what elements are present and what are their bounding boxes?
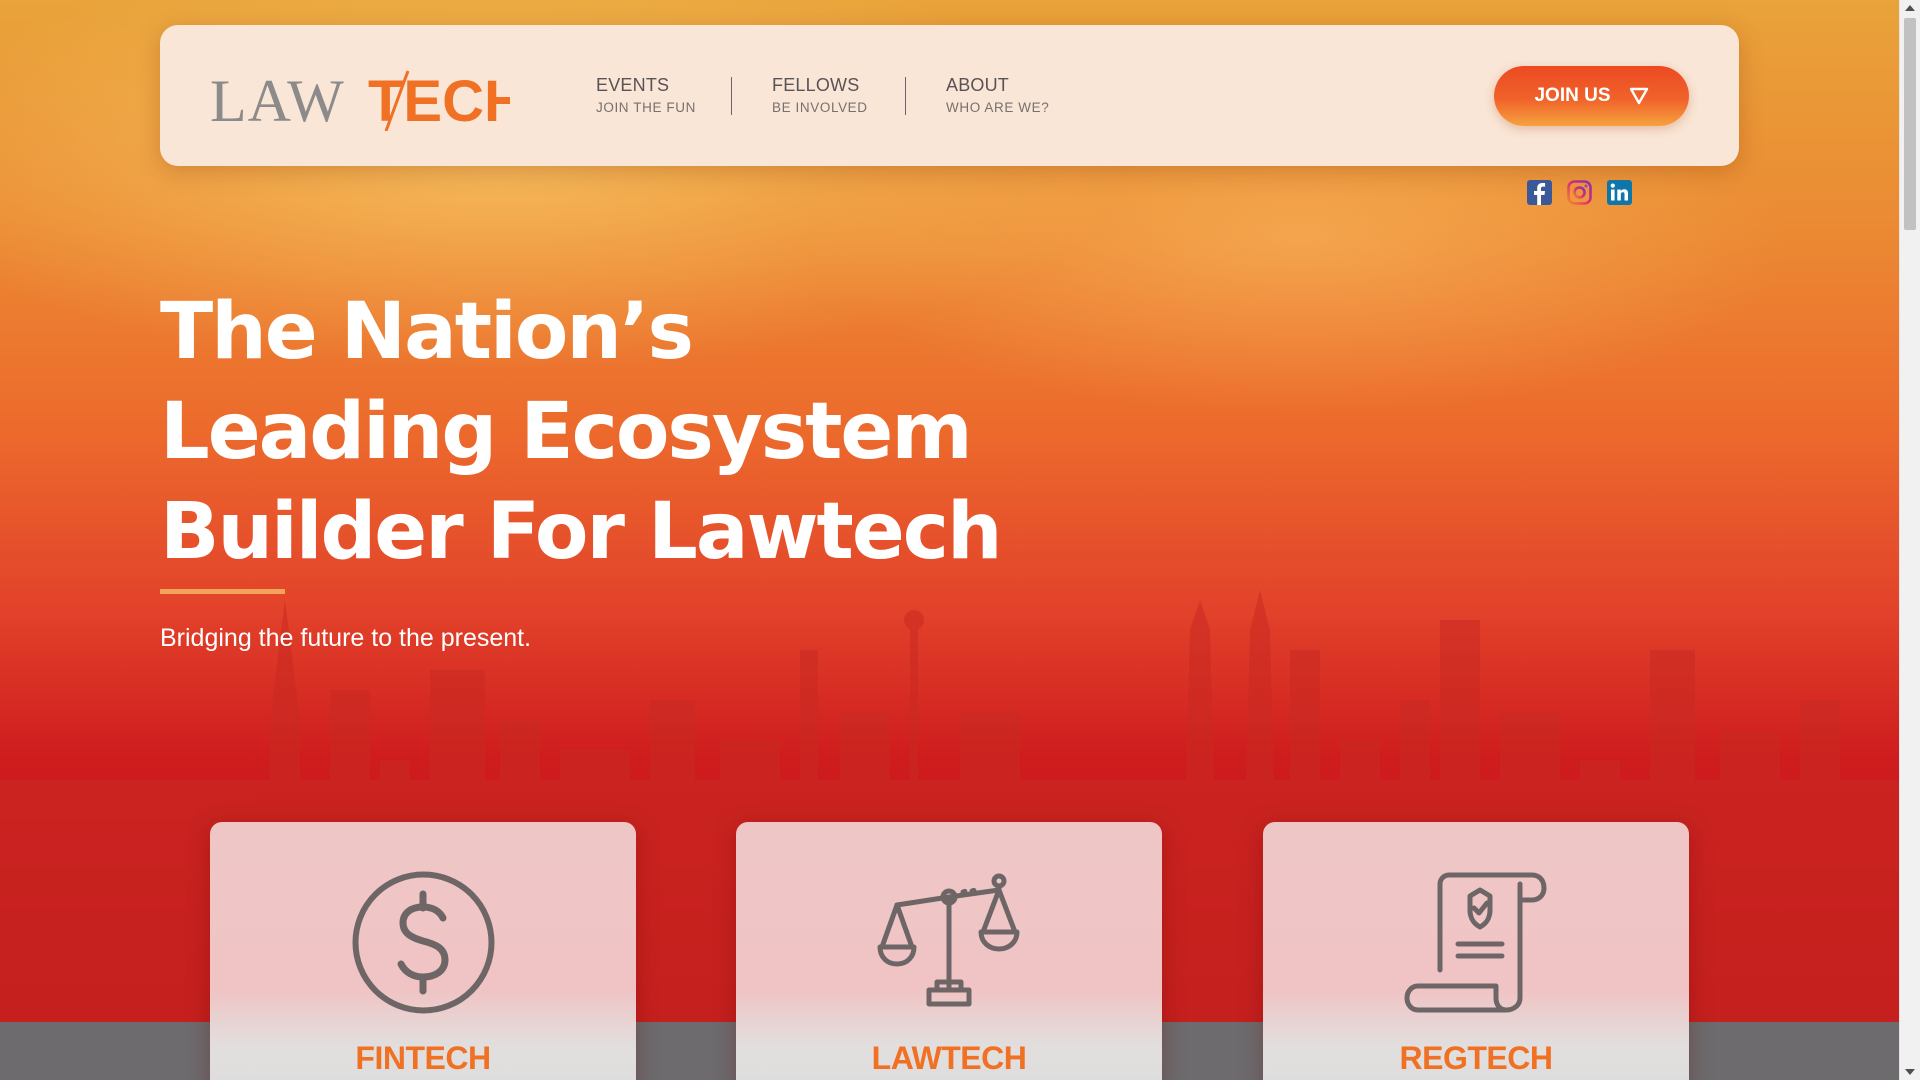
top-navbar: LAW TECH EVENTS JOIN THE FUN FELLOWS BE … [160,25,1739,166]
scrollbar-thumb[interactable] [1904,18,1916,230]
facebook-icon[interactable] [1527,180,1552,205]
nav-item-about[interactable]: ABOUT WHO ARE WE? [946,75,1049,115]
nav-divider [731,77,732,115]
dollar-coin-icon [352,871,495,1014]
nav-item-label: ABOUT [946,75,1010,95]
page-scrollbar[interactable] [1899,0,1920,1080]
scroll-down-arrow-icon[interactable] [1905,1069,1915,1075]
nav-item-sublabel: WHO ARE WE? [946,100,1050,115]
lawtech-logo[interactable]: LAW TECH [210,65,510,131]
nav-item-fellows[interactable]: FELLOWS BE INVOLVED [772,75,868,115]
scales-icon [877,873,1020,1007]
nav-item-events[interactable]: EVENTS JOIN THE FUN [596,75,696,115]
linkedin-icon[interactable] [1607,180,1632,205]
card-label: FINTECH [355,1040,491,1076]
svg-text:LAW: LAW [210,68,345,131]
instagram-icon[interactable] [1567,180,1592,205]
svg-text:TECH: TECH [368,69,510,131]
headline-accent-underline [160,589,285,594]
page: LAW TECH EVENTS JOIN THE FUN FELLOWS BE … [0,0,1920,1080]
scroll-up-arrow-icon[interactable] [1905,5,1915,11]
nav-item-label: EVENTS [596,75,670,95]
card-lawtech[interactable]: LAWTECH [736,822,1162,1080]
nav-item-label: FELLOWS [772,75,860,95]
card-label: REGTECH [1399,1040,1553,1076]
hero-tagline: Bridging the future to the present. [160,624,532,652]
nav-item-sublabel: JOIN THE FUN [596,100,696,115]
triangle-down-icon [1629,87,1648,105]
card-fintech[interactable]: FINTECH [210,822,636,1080]
hero-headline-line: The Nation’s [160,287,694,377]
hero-headline: The Nation’s Leading Ecosystem Builder F… [160,282,1060,582]
card-label: LAWTECH [871,1040,1027,1076]
join-us-label: JOIN US [1534,85,1611,106]
join-us-button[interactable]: JOIN US [1494,66,1689,126]
hero-headline-line: Leading Ecosystem [160,387,973,477]
hero-headline-line: Builder For Lawtech [160,487,1003,577]
card-regtech[interactable]: REGTECH [1263,822,1689,1080]
certificate-scroll-icon [1404,872,1547,1013]
nav-item-sublabel: BE INVOLVED [772,100,868,115]
nav-divider [905,77,906,115]
